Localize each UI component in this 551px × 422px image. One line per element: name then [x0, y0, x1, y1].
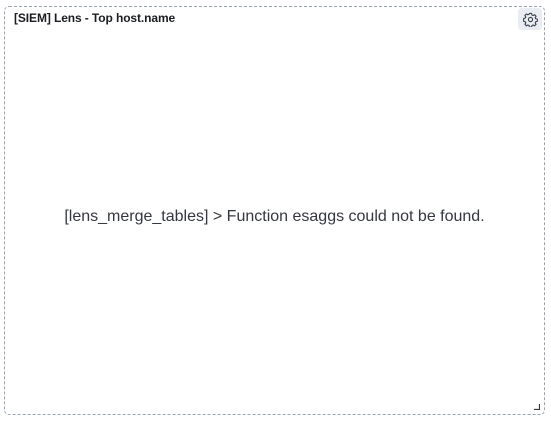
gear-icon [522, 12, 538, 27]
dashboard-panel: [SIEM] Lens - Top host.name [lens_merge_… [4, 6, 545, 415]
error-message: [lens_merge_tables] > Function esaggs co… [64, 207, 485, 225]
panel-body: [lens_merge_tables] > Function esaggs co… [5, 33, 544, 414]
panel-header: [SIEM] Lens - Top host.name [5, 7, 544, 33]
panel-title: [SIEM] Lens - Top host.name [14, 11, 176, 25]
resize-corner-icon[interactable] [534, 404, 540, 410]
panel-options-button[interactable] [518, 8, 542, 30]
